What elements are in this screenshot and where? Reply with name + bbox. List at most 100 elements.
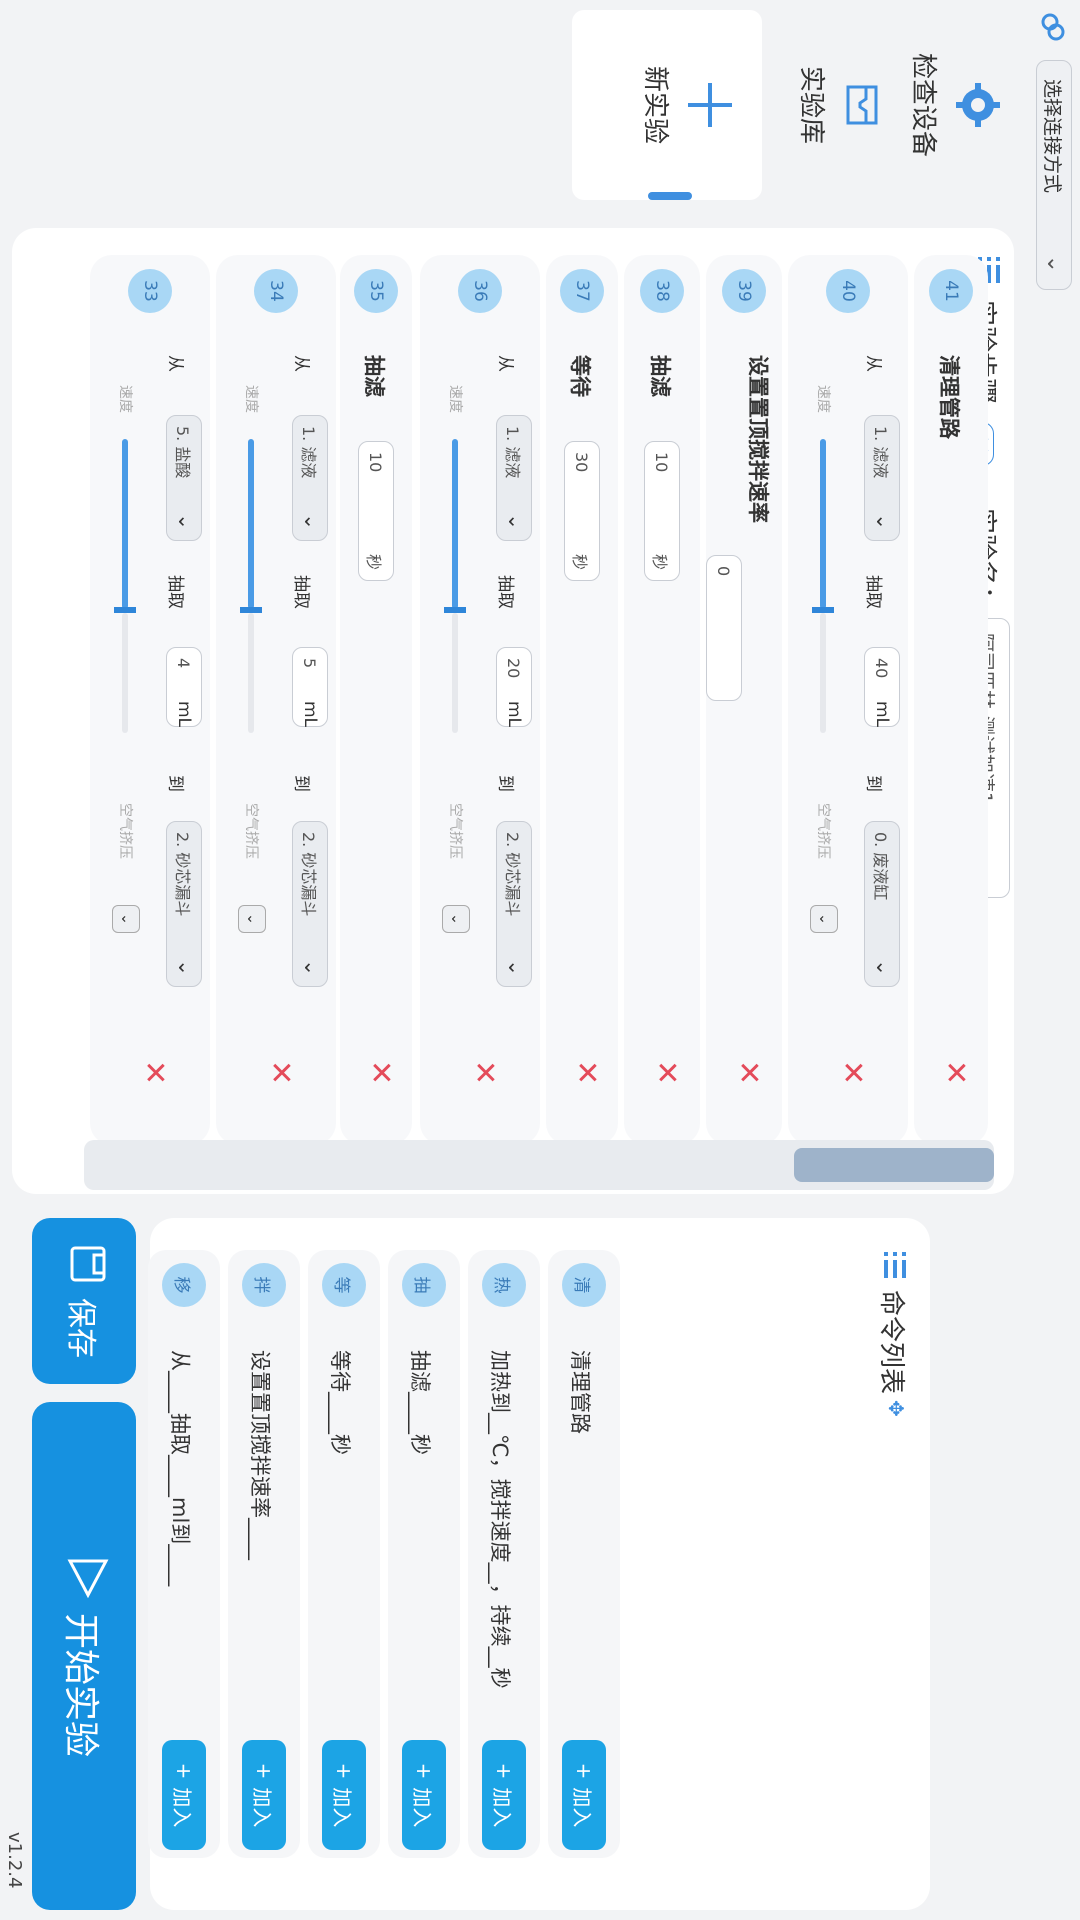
from-select-value: 5. 盐酸 xyxy=(173,426,192,479)
step-number: 38 xyxy=(640,269,684,313)
speed-label: 速度 xyxy=(243,385,259,413)
step-label: 设置置顶搅拌速率 xyxy=(746,355,770,523)
move-icon[interactable]: ✥ xyxy=(884,1400,908,1417)
draw-label: 抽取 xyxy=(495,575,515,609)
add-command-button[interactable]: + 加入 xyxy=(402,1740,446,1850)
save-label: 保存 xyxy=(63,1298,98,1358)
nav-new-experiment-label: 新实验 xyxy=(640,65,670,144)
command-badge: 热 xyxy=(482,1263,526,1307)
step-label: 清理管路 xyxy=(937,355,961,439)
command-badge: 移 xyxy=(162,1263,206,1307)
plus-icon: + xyxy=(412,1762,436,1780)
speed-slider-track[interactable] xyxy=(452,613,458,733)
step-number: 41 xyxy=(929,269,973,313)
from-select[interactable]: 1. 滤液 ⌄ xyxy=(864,415,900,541)
step-card: 34 从 1. 滤液 ⌄ 抽取 5 mL 到 2. 砂芯漏斗 ⌄ 速度 空气挤压… xyxy=(216,255,336,1145)
steps-scrollbar-thumb[interactable] xyxy=(794,1148,994,1182)
seconds-input[interactable]: 10 秒 xyxy=(358,441,394,581)
command-badge: 清 xyxy=(562,1263,606,1307)
from-select-value: 1. 滤液 xyxy=(871,426,890,479)
delete-step-icon[interactable]: ✕ xyxy=(731,1060,766,1085)
speed-slider-track[interactable] xyxy=(820,613,826,733)
speed-slider-track[interactable] xyxy=(248,613,254,733)
air-toggle[interactable]: ⌄ xyxy=(810,905,838,933)
connection-select[interactable]: 选择连接方式 ⌄ xyxy=(1036,60,1072,290)
from-select-value: 1. 滤液 xyxy=(503,426,522,479)
command-card: 移 从____抽取____ml到____ + 加入 xyxy=(148,1250,220,1858)
chevron-down-icon: ⌄ xyxy=(1042,254,1067,273)
delete-step-icon[interactable]: ✕ xyxy=(649,1060,684,1085)
to-label: 到 xyxy=(863,775,883,792)
chevron-down-icon: ⌄ xyxy=(504,513,528,530)
nav-library[interactable]: 实验库 xyxy=(795,10,886,200)
chevron-down-icon: ⌄ xyxy=(300,959,324,976)
delete-step-icon[interactable]: ✕ xyxy=(137,1060,172,1085)
add-command-button[interactable]: + 加入 xyxy=(482,1740,526,1850)
to-select[interactable]: 2. 砂芯漏斗 ⌄ xyxy=(496,821,532,987)
step-number: 40 xyxy=(826,269,870,313)
command-text: 抽滤____秒 xyxy=(408,1350,432,1455)
steps-scrollbar[interactable] xyxy=(84,1140,994,1190)
to-select[interactable]: 2. 砂芯漏斗 ⌄ xyxy=(166,821,202,987)
speed-label: 速度 xyxy=(117,385,133,413)
to-label: 到 xyxy=(495,775,515,792)
plus-icon: + xyxy=(252,1762,276,1780)
save-button[interactable]: 保存 xyxy=(32,1218,136,1384)
step-card: 40 从 1. 滤液 ⌄ 抽取 40 mL 到 0. 废液缸 ⌄ 速度 空气挤压… xyxy=(788,255,908,1145)
delete-step-icon[interactable]: ✕ xyxy=(363,1060,398,1085)
delete-step-icon[interactable]: ✕ xyxy=(467,1060,502,1085)
plus-icon: + xyxy=(172,1762,196,1780)
delete-step-icon[interactable]: ✕ xyxy=(263,1060,298,1085)
speed-slider-track[interactable] xyxy=(122,613,128,733)
step-number: 36 xyxy=(458,269,502,313)
stir-rate-input[interactable]: 0 xyxy=(706,555,742,701)
list-icon xyxy=(876,1250,910,1280)
add-command-button[interactable]: + 加入 xyxy=(322,1740,366,1850)
app-canvas: 选择连接方式 ⌄ 检查设备 实验库 新实验 33 从 5. 盐酸 ⌄ 抽取 4 … xyxy=(0,0,1080,1920)
step-label: 抽滤 xyxy=(362,355,386,397)
step-card: 35 抽滤 10 秒 ✕ xyxy=(340,255,412,1145)
to-select[interactable]: 0. 废液缸 ⌄ xyxy=(864,821,900,987)
from-select[interactable]: 1. 滤液 ⌄ xyxy=(496,415,532,541)
step-card: 39 设置置顶搅拌速率 0 ✕ xyxy=(706,255,782,1145)
version-label: v1.2.4 xyxy=(4,1832,25,1889)
seconds-input[interactable]: 10 秒 xyxy=(644,441,680,581)
from-label: 从 xyxy=(495,355,515,372)
delete-step-icon[interactable]: ✕ xyxy=(938,1060,973,1085)
air-toggle[interactable]: ⌄ xyxy=(112,905,140,933)
start-experiment-button[interactable]: 开始实验 xyxy=(32,1402,136,1910)
draw-label: 抽取 xyxy=(863,575,883,609)
from-select[interactable]: 1. 滤液 ⌄ xyxy=(292,415,328,541)
air-toggle[interactable]: ⌄ xyxy=(238,905,266,933)
add-command-button[interactable]: + 加入 xyxy=(242,1740,286,1850)
delete-step-icon[interactable]: ✕ xyxy=(569,1060,604,1085)
to-label: 到 xyxy=(165,775,185,792)
nav-new-experiment[interactable]: 新实验 xyxy=(572,10,762,200)
command-card: 抽 抽滤____秒 + 加入 xyxy=(388,1250,460,1858)
step-card: 41 清理管路 ✕ xyxy=(914,255,988,1145)
play-icon xyxy=(58,1555,111,1599)
nav-check-device[interactable]: 检查设备 xyxy=(907,10,1002,200)
command-card: 拌 设置置顶搅拌速率____ + 加入 xyxy=(228,1250,300,1858)
draw-label: 抽取 xyxy=(291,575,311,609)
step-card: 33 从 5. 盐酸 ⌄ 抽取 4 mL 到 2. 砂芯漏斗 ⌄ 速度 空气挤压… xyxy=(90,255,210,1145)
step-card: 37 等待 30 秒 ✕ xyxy=(546,255,618,1145)
from-label: 从 xyxy=(165,355,185,372)
add-command-button[interactable]: + 加入 xyxy=(162,1740,206,1850)
command-text: 设置置顶搅拌速率____ xyxy=(248,1350,272,1560)
air-toggle[interactable]: ⌄ xyxy=(442,905,470,933)
chevron-down-icon: ⌄ xyxy=(872,513,896,530)
add-command-button[interactable]: + 加入 xyxy=(562,1740,606,1850)
ml-label: mL xyxy=(872,701,892,728)
left-nav: 检查设备 实验库 新实验 xyxy=(0,0,1026,210)
sec-label: 秒 xyxy=(650,553,669,570)
chevron-down-icon: ⌄ xyxy=(872,959,896,976)
seconds-input[interactable]: 30 秒 xyxy=(564,441,600,581)
delete-step-icon[interactable]: ✕ xyxy=(835,1060,870,1085)
to-select-value: 2. 砂芯漏斗 xyxy=(503,832,522,917)
to-select[interactable]: 2. 砂芯漏斗 ⌄ xyxy=(292,821,328,987)
from-select[interactable]: 5. 盐酸 ⌄ xyxy=(166,415,202,541)
from-label: 从 xyxy=(291,355,311,372)
to-select-value: 2. 砂芯漏斗 xyxy=(173,832,192,917)
speed-slider-fill xyxy=(452,439,458,609)
